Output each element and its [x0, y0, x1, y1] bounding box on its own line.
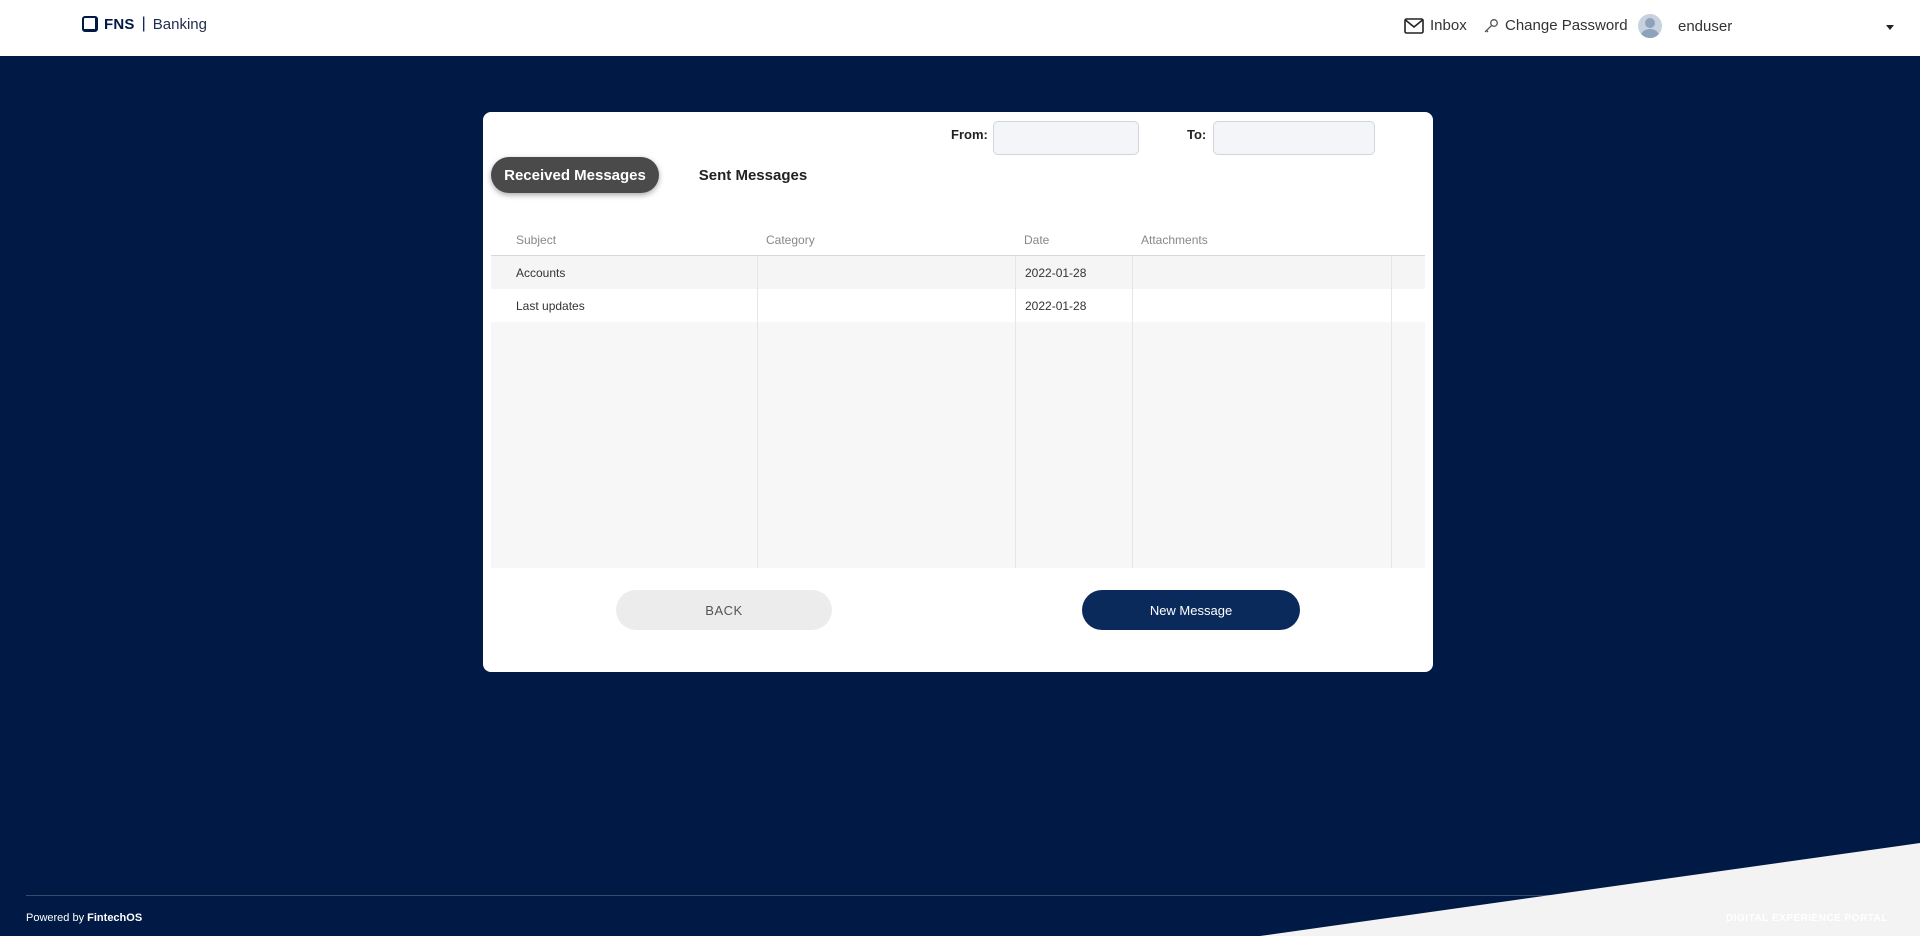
table-row[interactable]: Last updates 2022-01-28 [491, 289, 1425, 322]
column-header-attachments[interactable]: Attachments [1141, 233, 1208, 247]
column-header-category[interactable]: Category [766, 233, 815, 247]
column-header-subject[interactable]: Subject [516, 233, 556, 247]
to-date-input[interactable] [1213, 121, 1375, 155]
brand-mark-icon [82, 16, 98, 32]
tab-sent-messages[interactable]: Sent Messages [683, 157, 823, 193]
caret-down-icon[interactable] [1886, 25, 1894, 30]
column-divider [757, 256, 758, 568]
column-divider [1015, 256, 1016, 568]
tab-received-messages[interactable]: Received Messages [491, 157, 659, 193]
cell-date: 2022-01-28 [1025, 266, 1087, 280]
powered-by-prefix: Powered by [26, 912, 85, 924]
change-password-link[interactable]: Change Password [1483, 17, 1628, 34]
brand-logo[interactable]: FNS | Banking [82, 13, 207, 35]
table-row[interactable]: Accounts 2022-01-28 [491, 256, 1425, 289]
cell-date: 2022-01-28 [1025, 299, 1087, 313]
user-menu[interactable]: enduser [1638, 14, 1732, 38]
brand-product: Banking [152, 15, 207, 33]
change-password-label: Change Password [1505, 17, 1628, 34]
cell-subject: Accounts [516, 266, 566, 280]
inbox-link[interactable]: Inbox [1404, 17, 1467, 34]
messages-card: From: To: Received Messages Sent Message… [483, 112, 1433, 672]
table-header: Subject Category Date Attachments [491, 220, 1425, 256]
new-message-button[interactable]: New Message [1082, 590, 1300, 630]
to-label: To: [1187, 127, 1207, 142]
powered-by: Powered by FintechOS [26, 912, 142, 924]
key-icon [1484, 18, 1498, 32]
column-divider [1132, 256, 1133, 568]
messages-table: Subject Category Date Attachments Accoun… [491, 220, 1425, 568]
brand-name: FNS [104, 15, 135, 33]
portal-label: DIGITAL EXPERIENCE PORTAL [1726, 913, 1888, 924]
back-button[interactable]: BACK [616, 590, 832, 630]
username-label: enduser [1678, 17, 1733, 35]
column-header-date[interactable]: Date [1024, 233, 1049, 247]
powered-by-brand: FintechOS [87, 912, 143, 924]
brand-separator: | [141, 15, 146, 32]
top-navigation-bar: FNS | Banking Inbox Change Password endu… [0, 0, 1920, 56]
from-label: From: [951, 127, 988, 142]
column-divider [1391, 256, 1392, 568]
header-user-nav: Inbox Change Password enduser [1380, 0, 1920, 56]
avatar [1638, 14, 1662, 38]
from-date-input[interactable] [993, 121, 1139, 155]
envelope-icon [1404, 17, 1424, 34]
table-body: Accounts 2022-01-28 Last updates 2022-01… [491, 256, 1425, 568]
cell-subject: Last updates [516, 299, 585, 313]
inbox-label: Inbox [1430, 17, 1467, 34]
